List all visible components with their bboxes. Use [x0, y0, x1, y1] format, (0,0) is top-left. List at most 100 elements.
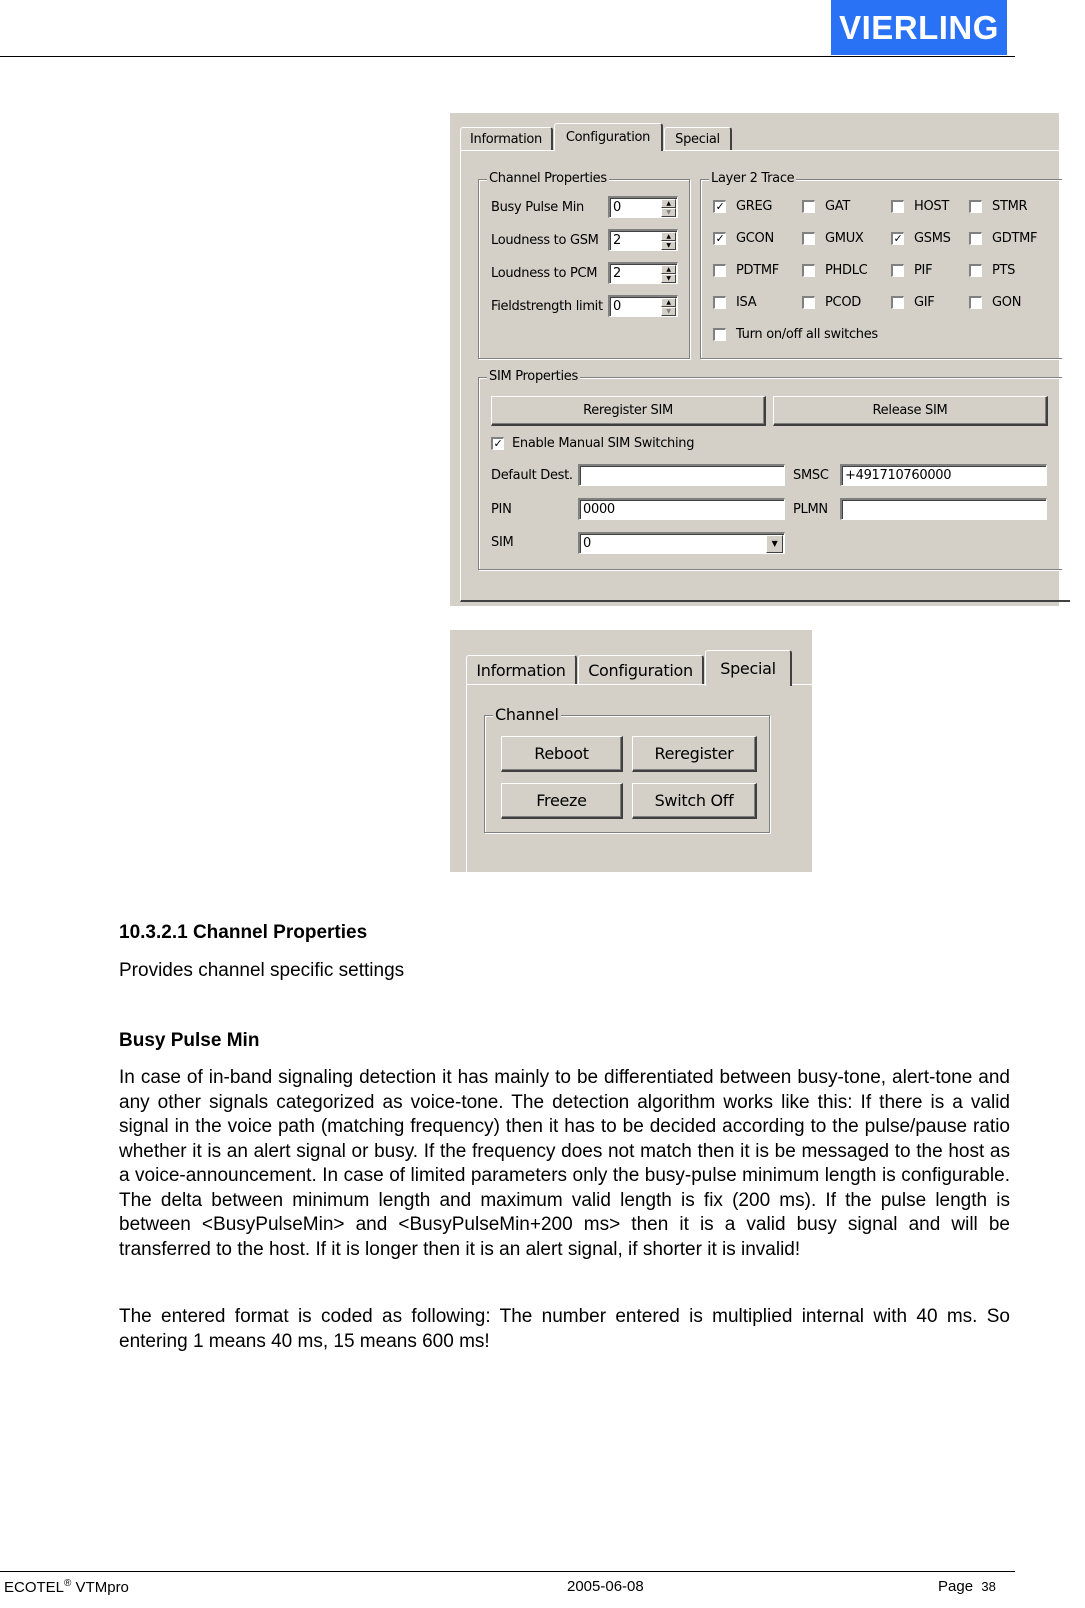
- checkbox-box[interactable]: ✓: [713, 200, 726, 213]
- checkbox-box[interactable]: [969, 232, 982, 245]
- checkbox-box[interactable]: [891, 264, 904, 277]
- tab-label: Special: [720, 659, 776, 678]
- checkbox-label: GDTMF: [992, 231, 1038, 246]
- trace-checkbox-gon[interactable]: GON: [969, 295, 1021, 310]
- paragraph-busy-pulse-description: In case of in-band signaling detection i…: [119, 1067, 1010, 1260]
- trace-checkbox-isa[interactable]: ISA: [713, 295, 757, 310]
- spin-down-icon[interactable]: ▼: [661, 208, 676, 217]
- checkbox-box[interactable]: [969, 200, 982, 213]
- trace-checkbox-gdtmf[interactable]: GDTMF: [969, 231, 1038, 246]
- trace-checkbox-greg[interactable]: ✓ GREG: [713, 199, 773, 214]
- product-suffix: VTMpro: [71, 1579, 129, 1596]
- paragraph-format-description: The entered format is coded as following…: [119, 1306, 1010, 1352]
- loudness-gsm-label: Loudness to GSM: [491, 233, 599, 248]
- subheading-busy-pulse-min: Busy Pulse Min: [119, 1030, 260, 1051]
- field-value: 2: [613, 266, 621, 281]
- field-value: 0: [613, 200, 621, 215]
- plmn-input[interactable]: [840, 498, 1047, 520]
- tab-special[interactable]: Special: [664, 127, 732, 151]
- spin-up-icon[interactable]: ▲: [661, 199, 676, 208]
- tab-information[interactable]: Information: [460, 127, 553, 151]
- freeze-button[interactable]: Freeze: [501, 783, 623, 819]
- field-value: 0: [583, 536, 591, 551]
- checkbox-box[interactable]: [802, 200, 815, 213]
- section-heading: 10.3.2.1 Channel Properties: [119, 922, 368, 943]
- trace-checkbox-gat[interactable]: GAT: [802, 199, 850, 214]
- checkbox-box[interactable]: ✓: [891, 232, 904, 245]
- field-value: 0: [613, 299, 621, 314]
- spin-up-icon[interactable]: ▲: [661, 298, 676, 307]
- trace-checkbox-pts[interactable]: PTS: [969, 263, 1015, 278]
- busy-pulse-min-spinner[interactable]: 0 ▲ ▼: [608, 196, 678, 218]
- checkbox-box[interactable]: ✓: [491, 437, 504, 450]
- trace-checkbox-gmux[interactable]: GMUX: [802, 231, 864, 246]
- all-switches-checkbox[interactable]: Turn on/off all switches: [713, 327, 878, 342]
- field-value: 2: [613, 233, 621, 248]
- default-dest-label: Default Dest.: [491, 468, 573, 483]
- sim-select[interactable]: 0 ▼: [578, 532, 785, 554]
- trace-checkbox-gcon[interactable]: ✓ GCON: [713, 231, 774, 246]
- reboot-button[interactable]: Reboot: [501, 736, 623, 772]
- checkbox-box[interactable]: [802, 232, 815, 245]
- field-value: +491710760000: [845, 468, 952, 483]
- group-title: Channel Properties: [487, 171, 609, 187]
- checkbox-label: GMUX: [825, 231, 864, 246]
- checkbox-box[interactable]: [713, 328, 726, 341]
- header-rule: [0, 56, 1015, 57]
- reregister-button[interactable]: Reregister: [632, 736, 757, 772]
- checkbox-box[interactable]: [969, 264, 982, 277]
- pin-label: PIN: [491, 502, 512, 517]
- trace-checkbox-host[interactable]: HOST: [891, 199, 949, 214]
- channel-group: Channel Reboot Reregister Freeze Switch …: [484, 707, 770, 833]
- checkbox-label: Enable Manual SIM Switching: [512, 436, 695, 451]
- spin-up-icon[interactable]: ▲: [661, 265, 676, 274]
- spin-down-icon[interactable]: ▼: [661, 307, 676, 316]
- checkbox-box[interactable]: [713, 296, 726, 309]
- smsc-input[interactable]: +491710760000: [840, 464, 1047, 486]
- trace-checkbox-gsms[interactable]: ✓ GSMS: [891, 231, 951, 246]
- trace-checkbox-pdtmf[interactable]: PDTMF: [713, 263, 779, 278]
- layer2-trace-group: Layer 2 Trace ✓ GREG GAT HOST STMR ✓ GCON GMUX ✓…: [700, 171, 1062, 359]
- tab-configuration[interactable]: Configuration: [578, 655, 704, 685]
- channel-properties-group: Channel Properties Busy Pulse Min 0 ▲ ▼ L…: [478, 171, 690, 359]
- checkbox-box[interactable]: ✓: [713, 232, 726, 245]
- trace-checkbox-phdlc[interactable]: PHDLC: [802, 263, 868, 278]
- default-dest-input[interactable]: [578, 464, 785, 486]
- trace-checkbox-pcod[interactable]: PCOD: [802, 295, 861, 310]
- spin-down-icon[interactable]: ▼: [661, 241, 676, 250]
- pin-input[interactable]: 0000: [578, 498, 785, 520]
- checkbox-box[interactable]: [969, 296, 982, 309]
- tab-special[interactable]: Special: [705, 650, 792, 686]
- loudness-gsm-spinner[interactable]: 2 ▲ ▼: [608, 229, 678, 251]
- busy-pulse-min-label: Busy Pulse Min: [491, 200, 584, 215]
- spin-up-icon[interactable]: ▲: [661, 232, 676, 241]
- reregister-sim-button[interactable]: Reregister SIM: [491, 396, 766, 426]
- checkbox-box[interactable]: [802, 296, 815, 309]
- section-intro: Provides channel specific settings: [119, 960, 405, 981]
- page-label: Page: [938, 1578, 974, 1595]
- smsc-label: SMSC: [793, 468, 829, 483]
- checkbox-box[interactable]: [802, 264, 815, 277]
- plmn-label: PLMN: [793, 502, 828, 517]
- footer-rule: [0, 1571, 1015, 1572]
- release-sim-button[interactable]: Release SIM: [773, 396, 1048, 426]
- switch-off-button[interactable]: Switch Off: [632, 783, 757, 819]
- checkbox-box[interactable]: [891, 296, 904, 309]
- loudness-pcm-spinner[interactable]: 2 ▲ ▼: [608, 262, 678, 284]
- trace-checkbox-stmr[interactable]: STMR: [969, 199, 1028, 214]
- manual-sim-switching-checkbox[interactable]: ✓ Enable Manual SIM Switching: [491, 436, 695, 451]
- trace-checkbox-gif[interactable]: GIF: [891, 295, 935, 310]
- group-title: Layer 2 Trace: [709, 171, 797, 187]
- trace-checkbox-pif[interactable]: PIF: [891, 263, 933, 278]
- tab-configuration[interactable]: Configuration: [554, 123, 663, 151]
- checkbox-label: GCON: [736, 231, 774, 246]
- special-dialog: Information Configuration Special Channe…: [450, 630, 816, 884]
- tab-information[interactable]: Information: [466, 655, 577, 685]
- checkbox-box[interactable]: [891, 200, 904, 213]
- footer-page: Page 38: [938, 1578, 996, 1595]
- checkbox-box[interactable]: [713, 264, 726, 277]
- footer-product: ECOTEL® VTMpro: [4, 1578, 129, 1596]
- spin-down-icon[interactable]: ▼: [661, 274, 676, 283]
- fieldstrength-limit-spinner[interactable]: 0 ▲ ▼: [608, 295, 678, 317]
- chevron-down-icon[interactable]: ▼: [766, 535, 783, 553]
